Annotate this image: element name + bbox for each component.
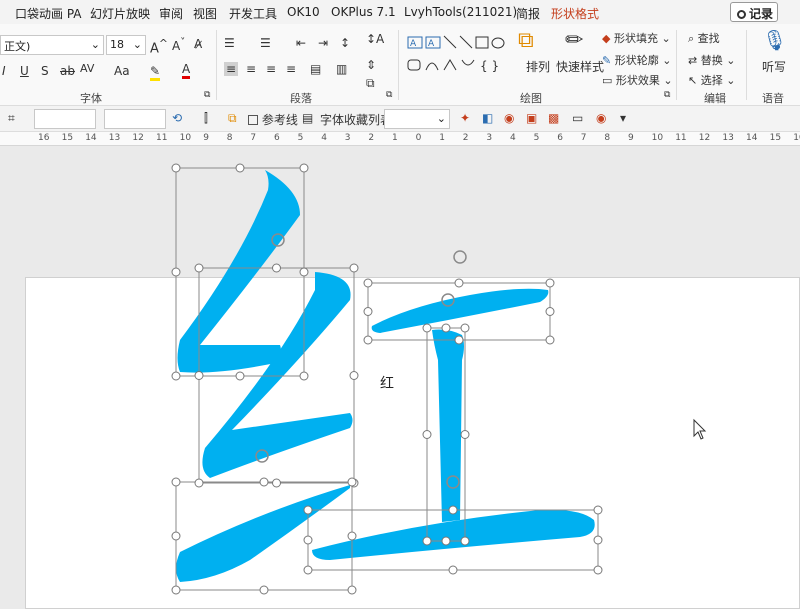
resize-handle[interactable] [593, 505, 603, 515]
resize-handle[interactable] [460, 536, 470, 546]
resize-handle[interactable] [235, 371, 245, 381]
resize-handle[interactable] [422, 536, 432, 546]
resize-handle[interactable] [460, 323, 470, 333]
resize-handle[interactable] [194, 263, 204, 273]
resize-handle[interactable] [171, 371, 181, 381]
resize-handle[interactable] [454, 335, 464, 345]
mouse-cursor-icon [693, 418, 707, 440]
resize-handle[interactable] [259, 477, 269, 487]
resize-handle[interactable] [454, 278, 464, 288]
glyph-stroke-4 [371, 288, 549, 333]
resize-handle[interactable] [194, 478, 204, 488]
resize-handle[interactable] [299, 163, 309, 173]
resize-handle[interactable] [347, 477, 357, 487]
resize-handle[interactable] [363, 335, 373, 345]
resize-handle[interactable] [299, 267, 309, 277]
resize-handle[interactable] [347, 531, 357, 541]
resize-handle[interactable] [171, 531, 181, 541]
resize-handle[interactable] [235, 163, 245, 173]
rotate-handle [453, 250, 467, 264]
resize-handle[interactable] [171, 163, 181, 173]
resize-handle[interactable] [349, 263, 359, 273]
glyph-stroke-5 [432, 329, 464, 522]
resize-handle[interactable] [593, 535, 603, 545]
resize-handle[interactable] [545, 307, 555, 316]
resize-handle[interactable] [441, 536, 451, 546]
resize-handle[interactable] [460, 430, 470, 439]
resize-handle[interactable] [272, 478, 281, 488]
resize-handle[interactable] [272, 263, 281, 273]
resize-handle[interactable] [441, 323, 451, 333]
resize-handle[interactable] [448, 505, 458, 515]
resize-handle[interactable] [422, 430, 432, 439]
glyph-stroke-3 [176, 485, 350, 582]
slide-text[interactable]: 红 [380, 373, 394, 393]
resize-handle[interactable] [363, 278, 373, 288]
resize-handle[interactable] [593, 565, 603, 575]
resize-handle[interactable] [349, 371, 359, 380]
resize-handle[interactable] [194, 371, 204, 380]
resize-handle[interactable] [303, 565, 313, 575]
resize-handle[interactable] [347, 585, 357, 595]
resize-handle[interactable] [171, 585, 181, 595]
resize-handle[interactable] [448, 565, 458, 575]
resize-handle[interactable] [545, 278, 555, 288]
resize-handle[interactable] [303, 535, 313, 545]
resize-handle[interactable] [422, 323, 432, 333]
resize-handle[interactable] [363, 307, 373, 316]
resize-handle[interactable] [171, 267, 181, 277]
resize-handle[interactable] [299, 371, 309, 381]
resize-handle[interactable] [259, 585, 269, 595]
resize-handle[interactable] [545, 335, 555, 345]
resize-handle[interactable] [171, 477, 181, 487]
glyph-stroke-1 [177, 170, 300, 373]
resize-handle[interactable] [303, 505, 313, 515]
glyph-layer [171, 163, 707, 595]
